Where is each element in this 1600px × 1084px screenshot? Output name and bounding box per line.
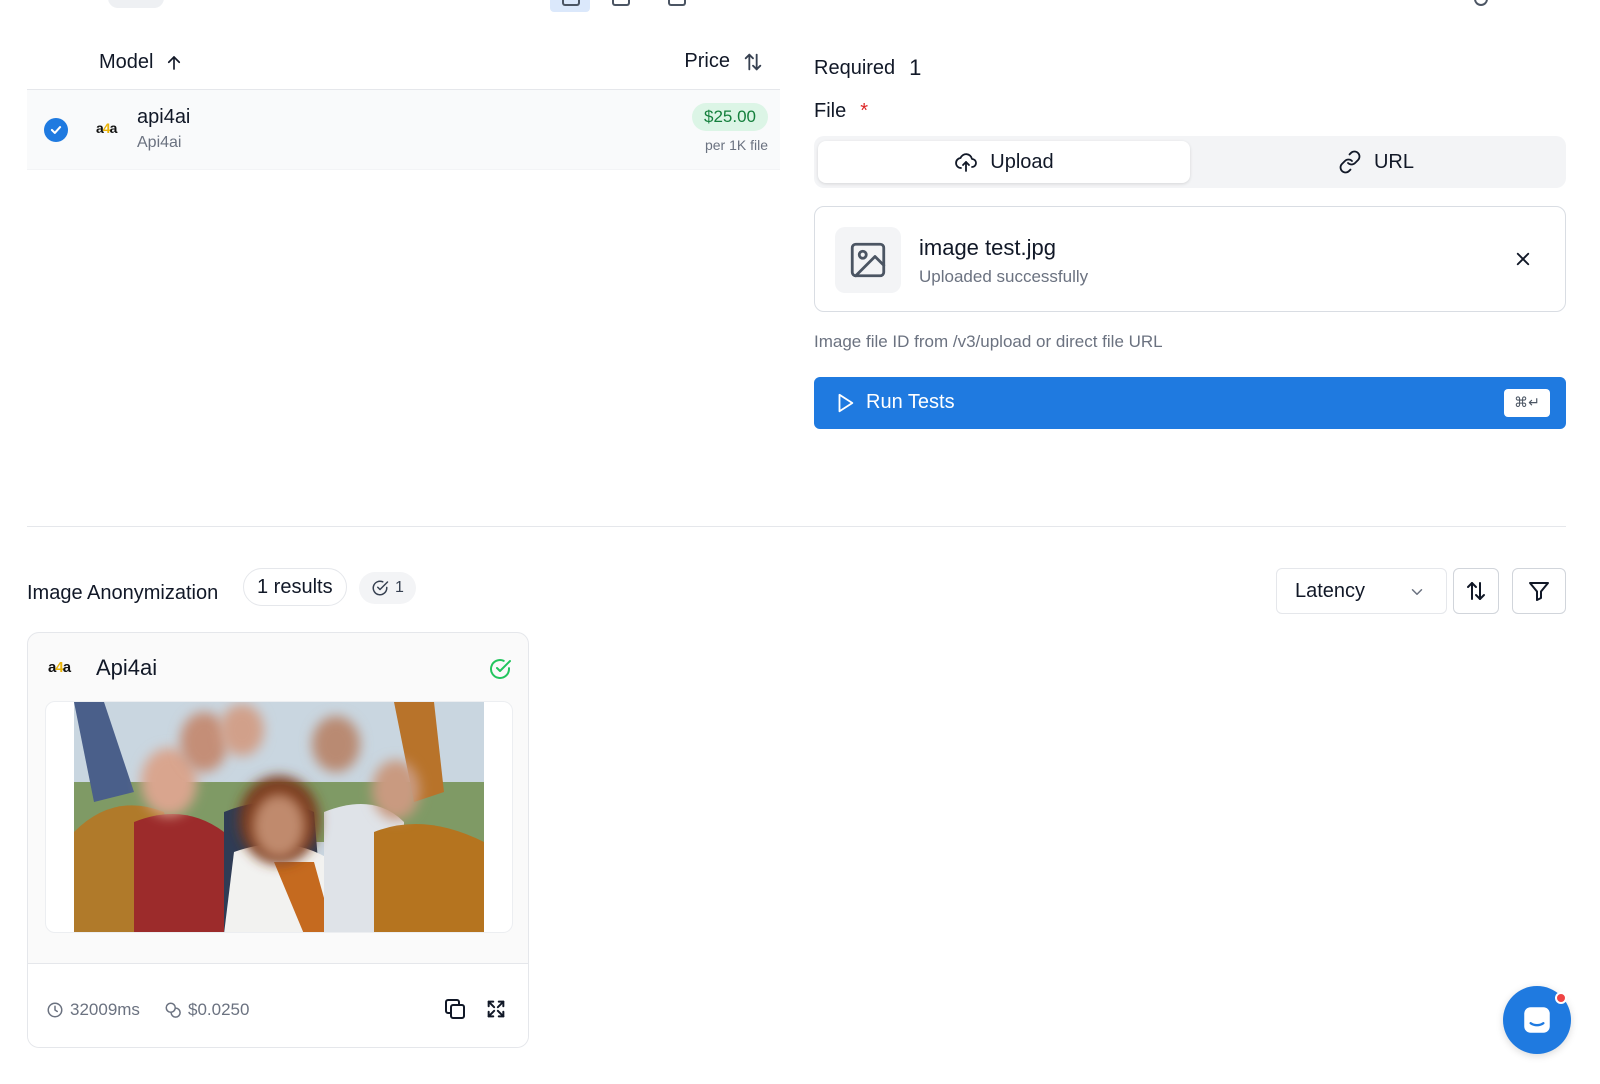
price-badge: $25.00 bbox=[692, 103, 768, 131]
group-photo-illustration bbox=[74, 702, 484, 932]
link-icon bbox=[1339, 150, 1361, 174]
column-model-label: Model bbox=[99, 51, 154, 73]
model-name: api4ai bbox=[137, 106, 191, 128]
list-view-icon bbox=[562, 0, 580, 6]
latency-value: 32009ms bbox=[70, 1000, 140, 1019]
coins-icon bbox=[165, 1002, 181, 1018]
file-label-text: File bbox=[814, 100, 847, 122]
expand-button[interactable] bbox=[483, 996, 509, 1022]
file-thumbnail bbox=[835, 227, 901, 293]
keyboard-shortcut: ⌘↵ bbox=[1504, 389, 1550, 417]
latency-meta: 32009ms bbox=[46, 1000, 140, 1020]
run-tests-label: Run Tests bbox=[866, 391, 955, 413]
clock-icon bbox=[47, 1002, 63, 1018]
results-header: Image Anonymization 1 results 1 Latency bbox=[27, 568, 1566, 616]
copy-icon bbox=[445, 999, 465, 1019]
column-price-header[interactable]: Price bbox=[684, 50, 764, 73]
notification-dot bbox=[1555, 992, 1567, 1004]
required-count: 1 bbox=[909, 55, 922, 80]
column-model-header[interactable]: Model bbox=[99, 51, 183, 74]
check-circle-icon bbox=[372, 580, 389, 596]
required-star: * bbox=[860, 100, 869, 122]
result-card-footer: 32009ms $0.0250 bbox=[28, 964, 528, 1047]
help-icon[interactable] bbox=[1474, 0, 1488, 6]
row-checkbox[interactable] bbox=[44, 118, 68, 142]
file-source-tabs: Upload URL bbox=[814, 136, 1566, 188]
compare-view-icon[interactable] bbox=[668, 0, 686, 6]
remove-file-button[interactable] bbox=[1511, 247, 1535, 271]
anonymized-result-image[interactable] bbox=[74, 702, 484, 932]
price-unit: per 1K file bbox=[704, 137, 768, 153]
top-toolbar bbox=[0, 0, 1600, 14]
top-count-badge bbox=[108, 0, 164, 8]
copy-button[interactable] bbox=[442, 996, 468, 1022]
image-icon bbox=[850, 242, 886, 278]
file-field-label: File * bbox=[814, 100, 1566, 124]
results-count-badge: 1 results bbox=[243, 568, 347, 606]
tab-upload-label: Upload bbox=[990, 150, 1054, 173]
tab-url[interactable]: URL bbox=[1190, 141, 1562, 183]
close-icon bbox=[1516, 252, 1530, 266]
check-circle-icon bbox=[490, 659, 511, 679]
results-title: Image Anonymization bbox=[27, 582, 219, 604]
chat-launcher-button[interactable] bbox=[1503, 986, 1571, 1054]
api4ai-logo: a4a bbox=[96, 120, 117, 136]
result-card-header: a4a Api4ai bbox=[28, 633, 528, 699]
result-image-frame bbox=[45, 701, 513, 933]
file-status: Uploaded successfully bbox=[919, 267, 1089, 286]
sort-asc-icon bbox=[168, 55, 181, 70]
filter-icon bbox=[1529, 582, 1549, 601]
cost-value: $0.0250 bbox=[188, 1000, 250, 1019]
result-card[interactable]: a4a Api4ai 32009ms $0.0250 bbox=[27, 632, 529, 1048]
cost-meta: $0.0250 bbox=[164, 1000, 249, 1020]
sort-select-value: Latency bbox=[1295, 579, 1366, 602]
tab-url-label: URL bbox=[1373, 150, 1414, 173]
result-model-name: Api4ai bbox=[96, 655, 158, 680]
uploaded-file-card: image test.jpg Uploaded successfully bbox=[814, 206, 1566, 312]
sort-direction-button[interactable] bbox=[1453, 568, 1499, 614]
file-hint: Image file ID from /v3/upload or direct … bbox=[814, 332, 1163, 351]
model-table: Model Price a4a api4ai Api4ai $25.00 per… bbox=[27, 38, 780, 170]
success-count: 1 bbox=[395, 579, 404, 596]
chevron-down-icon bbox=[1411, 589, 1423, 595]
success-count-badge: 1 bbox=[359, 572, 416, 604]
grid-view-icon[interactable] bbox=[612, 0, 630, 6]
play-icon bbox=[838, 393, 854, 413]
sort-both-icon bbox=[744, 53, 762, 70]
filter-button[interactable] bbox=[1512, 568, 1566, 614]
sort-select[interactable]: Latency bbox=[1276, 568, 1447, 614]
column-price-label: Price bbox=[684, 50, 730, 72]
api4ai-logo: a4a bbox=[48, 659, 71, 676]
tab-upload[interactable]: Upload bbox=[818, 141, 1190, 183]
model-provider: Api4ai bbox=[137, 134, 182, 151]
required-indicator: Required 1 bbox=[814, 50, 1566, 86]
run-tests-button[interactable]: Run Tests ⌘↵ bbox=[814, 377, 1566, 429]
chat-icon bbox=[1524, 1007, 1550, 1033]
expand-icon bbox=[487, 1000, 505, 1018]
upload-cloud-icon bbox=[955, 153, 978, 172]
section-divider bbox=[27, 526, 1566, 527]
table-header: Model Price bbox=[27, 38, 780, 90]
test-form: Required 1 File * Upload URL image test.j… bbox=[814, 50, 1566, 429]
required-label: Required bbox=[814, 56, 896, 79]
table-row[interactable]: a4a api4ai Api4ai $25.00 per 1K file bbox=[27, 90, 780, 170]
file-name: image test.jpg bbox=[919, 235, 1056, 260]
sort-both-icon bbox=[1467, 582, 1485, 600]
check-icon bbox=[50, 126, 62, 134]
